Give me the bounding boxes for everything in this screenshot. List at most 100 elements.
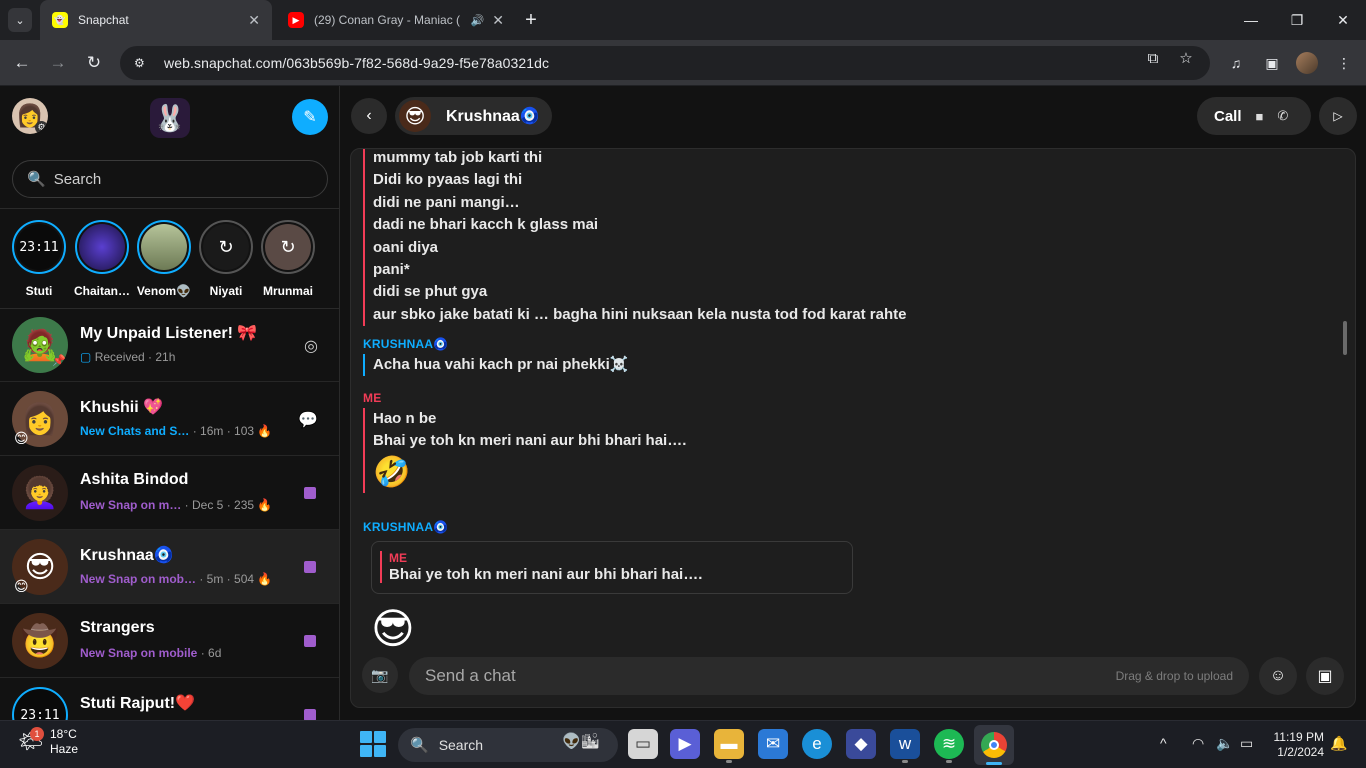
show-hidden-icons-chevron-icon[interactable]: ^ [1160, 735, 1167, 751]
bitmoji-sticker[interactable]: 😎 [371, 599, 427, 659]
forward-arrow-icon[interactable]: → [46, 51, 70, 75]
search-placeholder: Search [53, 170, 102, 188]
search-input[interactable]: 🔍 Search [12, 160, 328, 198]
chat-item-khushii[interactable]: 👩 😊 Khushii 💖 New Chats and S… · 16m · 1… [0, 382, 339, 456]
snapchat-favicon-icon: 👻 [52, 12, 68, 28]
story-stuti[interactable]: 23:11 Stuti [8, 220, 70, 298]
chat-item-ashita-bindod[interactable]: 👩‍🦱 Ashita Bindod New Snap on m… · Dec 5… [0, 456, 339, 530]
taskbar-search[interactable]: 🔍 Search 👽🏙 [398, 728, 618, 762]
tab-search-button[interactable]: ⌄ [8, 8, 32, 32]
clock-date: 1/2/2024 [1277, 745, 1324, 759]
message-text: Acha hua vahi kach pr nai phekki☠️ [373, 356, 629, 373]
settings-gear-icon[interactable]: ⚙ [35, 121, 48, 134]
video-call-icon[interactable]: ■ [1256, 109, 1264, 124]
new-tab-button[interactable]: + [520, 9, 542, 31]
windows-start-icon[interactable] [360, 731, 386, 757]
open-in-app-icon[interactable]: ⧉ [1143, 48, 1163, 68]
chat-input-placeholder: Send a chat [425, 666, 516, 685]
friend-profile-pill[interactable]: 😎 Krushnaa🧿 [395, 97, 552, 135]
sticker-icon[interactable]: ▣ [1306, 657, 1344, 695]
task-view-icon[interactable]: ▭ [628, 729, 658, 759]
chat-name: Stuti Rajput!❤️ [80, 695, 196, 712]
close-window-button[interactable]: ✕ [1320, 0, 1366, 40]
close-tab-icon[interactable]: ✕ [248, 12, 260, 29]
side-panel-icon[interactable]: ▣ [1260, 51, 1284, 75]
site-info-icon[interactable]: ⚙ [134, 56, 152, 70]
snapchat-ghost-logo[interactable]: 🐰 [150, 98, 190, 138]
edge-browser-icon[interactable]: e [802, 729, 832, 759]
notification-bell-icon[interactable]: 🔔 [1330, 735, 1347, 752]
chat-name: Krushnaa🧿 [80, 547, 174, 564]
story-venom[interactable]: Venom👽 [133, 220, 195, 298]
chat-bubbles-icon[interactable]: 💬 [298, 410, 318, 430]
story-thumb [79, 224, 125, 270]
profile-avatar[interactable] [1296, 52, 1318, 74]
windows-taskbar: 🌤 1 18°C Haze 🔍 Search 👽🏙 ▭ ▶ ▬ ✉ e ◆ w ≋… [0, 720, 1366, 768]
chat-item-strangers[interactable]: 🤠 Strangers New Snap on mobile · 6d [0, 604, 339, 678]
temperature: 18°C [50, 727, 77, 741]
battery-icon[interactable]: ▭ [1240, 735, 1253, 752]
message-text: mummy tab job karti thi [373, 149, 543, 166]
media-control-icon[interactable]: ♫ [1224, 51, 1248, 75]
back-arrow-icon[interactable]: ← [10, 51, 34, 75]
quoted-reply[interactable]: ME Bhai ye toh kn meri nani aur bhi bhar… [371, 541, 853, 594]
camera-icon[interactable]: 📷 [362, 657, 398, 693]
chat-input[interactable]: Send a chat Drag & drop to upload [409, 657, 1249, 695]
story-ring [137, 220, 191, 274]
chat-item-my-unpaid-listener[interactable]: 🧟 📌 My Unpaid Listener! 🎀 ▢ Received · 2… [0, 308, 339, 382]
copilot-icon[interactable]: ◆ [846, 729, 876, 759]
story-mrunmai[interactable]: ↻ Mrunmai [257, 220, 319, 298]
my-bitmoji-avatar[interactable]: 👩 ⚙ [12, 98, 48, 134]
chat-item-stuti-rajput[interactable]: 23:11 Stuti Rajput!❤️ [0, 678, 339, 720]
spotify-icon[interactable]: ≋ [934, 729, 964, 763]
message-text: Bhai ye toh kn meri nani aur bhi bhari h… [373, 432, 687, 450]
divider [0, 208, 339, 209]
webex-icon[interactable]: w [890, 729, 920, 763]
story-niyati[interactable]: ↻ Niyati [195, 220, 257, 298]
replay-icon: ↻ [203, 224, 249, 270]
sender-label: ME [363, 391, 382, 405]
quoted-sender: ME [389, 551, 407, 565]
story-name: Mrunmai [262, 284, 313, 298]
tab-snapchat[interactable]: 👻 Snapchat ✕ [40, 0, 272, 40]
call-button[interactable]: Call ■ ✆ [1197, 97, 1311, 135]
weather-widget[interactable]: 🌤 1 18°C Haze [18, 727, 78, 757]
chrome-icon[interactable] [974, 725, 1014, 765]
emoji-icon[interactable]: ☺ [1259, 657, 1297, 695]
scrollbar-thumb[interactable] [1343, 321, 1347, 355]
bookmark-star-icon[interactable]: ☆ [1176, 48, 1196, 68]
notification-badge: 1 [30, 727, 44, 741]
new-chat-button[interactable]: ✎ [292, 99, 328, 135]
wifi-icon[interactable]: ◠ [1192, 735, 1204, 752]
volume-icon[interactable]: 🔈 [1216, 735, 1233, 752]
menu-kebab-icon[interactable]: ⋮ [1332, 51, 1356, 75]
friend-avatar: 🤠 [12, 613, 68, 669]
message-text: Hao n be [373, 410, 437, 427]
mail-icon[interactable]: ✉ [758, 729, 788, 759]
browser-toolbar: ← → ↻ ⚙ web.snapchat.com/063b569b-7f82-5… [0, 40, 1366, 86]
meet-video-icon[interactable]: ▶ [670, 729, 700, 759]
restore-button[interactable]: ❐ [1274, 0, 1320, 40]
back-chevron-icon[interactable]: ‹ [351, 98, 387, 134]
url-text[interactable]: web.snapchat.com/063b569b-7f82-568d-9a29… [164, 55, 549, 71]
chat-item-krushnaa[interactable]: 😎 😊 Krushnaa🧿 New Snap on mob… · 5m · 50… [0, 530, 339, 604]
story-ring: ↻ [261, 220, 315, 274]
story-chaitan[interactable]: Chaitan… [71, 220, 133, 298]
system-clock[interactable]: 11:19 PM 1/2/2024 [1268, 730, 1324, 760]
chat-status: New Snap on m… · Dec 5 · 235 🔥 [80, 498, 273, 512]
camera-icon[interactable]: ◎ [304, 336, 318, 356]
replay-icon: ↻ [265, 224, 311, 270]
address-bar[interactable]: ⚙ web.snapchat.com/063b569b-7f82-568d-9a… [120, 46, 1210, 80]
play-snaps-icon[interactable]: ▷ [1319, 97, 1357, 135]
story-ring: ↻ [199, 220, 253, 274]
close-tab-icon[interactable]: ✕ [492, 12, 504, 29]
reload-icon[interactable]: ↻ [82, 51, 106, 75]
file-explorer-icon[interactable]: ▬ [714, 729, 744, 763]
clock-time: 11:19 PM [1273, 730, 1324, 744]
phone-icon[interactable]: ✆ [1277, 108, 1288, 124]
new-snap-square-icon [304, 709, 316, 720]
speaker-icon[interactable]: 🔊 [471, 14, 485, 27]
minimize-button[interactable]: — [1228, 0, 1274, 40]
tab-youtube[interactable]: ▶ (29) Conan Gray - Maniac ( 🔊 ✕ [276, 0, 516, 40]
message-block: mummy tab job karti thi Didi ko pyaas la… [363, 149, 906, 327]
